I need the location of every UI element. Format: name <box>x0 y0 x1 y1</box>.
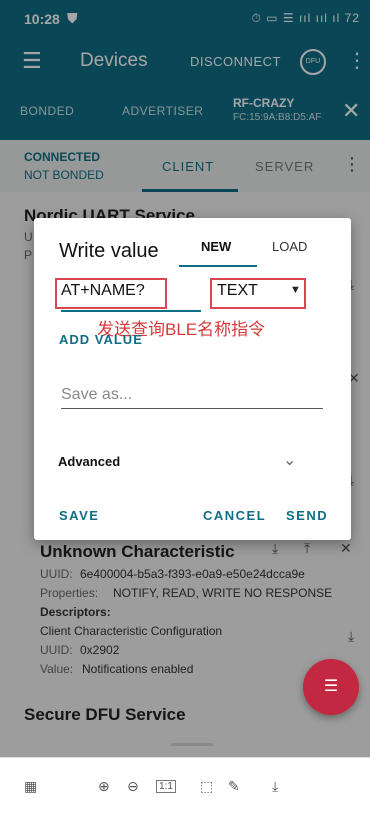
chevron-down-icon[interactable]: ⌄ <box>283 450 296 470</box>
rotate-icon[interactable]: ⬚ <box>200 778 213 795</box>
add-value-button[interactable]: ADD VALUE <box>59 332 143 347</box>
dropdown-arrow-icon[interactable]: ▼ <box>290 284 301 296</box>
edit-icon[interactable]: ✎ <box>228 778 240 795</box>
cancel-button[interactable]: CANCEL <box>203 508 266 523</box>
grid-icon[interactable]: ▦ <box>24 778 37 795</box>
write-value-dialog: Write value NEW LOAD AT+NAME? TEXT ▼ 发送查… <box>34 218 351 540</box>
save-as-underline <box>61 408 323 409</box>
zoom-out-icon[interactable]: ⊖ <box>127 778 139 795</box>
value-input-underline <box>61 310 201 312</box>
type-select[interactable]: TEXT <box>217 282 258 300</box>
actual-size-icon[interactable]: 1:1 <box>156 780 176 793</box>
tab-load[interactable]: LOAD <box>272 239 307 254</box>
save-as-input[interactable]: Save as... <box>61 386 132 404</box>
send-button[interactable]: SEND <box>286 508 328 523</box>
home-handle[interactable] <box>171 743 213 746</box>
save-button[interactable]: SAVE <box>59 508 99 523</box>
save-icon[interactable]: ⤓ <box>272 778 278 795</box>
tab-indicator <box>179 265 257 267</box>
log-fab[interactable]: ☰ <box>303 659 359 715</box>
dialog-title: Write value <box>59 240 159 262</box>
value-input[interactable]: AT+NAME? <box>61 282 145 300</box>
tab-new[interactable]: NEW <box>201 239 231 254</box>
advanced-toggle[interactable]: Advanced <box>58 454 120 469</box>
zoom-in-icon[interactable]: ⊕ <box>98 778 110 795</box>
log-icon: ☰ <box>323 678 339 695</box>
bottom-toolbar: ▦ ⊕ ⊖ 1:1 ⬚ ✎ ⤓ <box>0 757 370 815</box>
